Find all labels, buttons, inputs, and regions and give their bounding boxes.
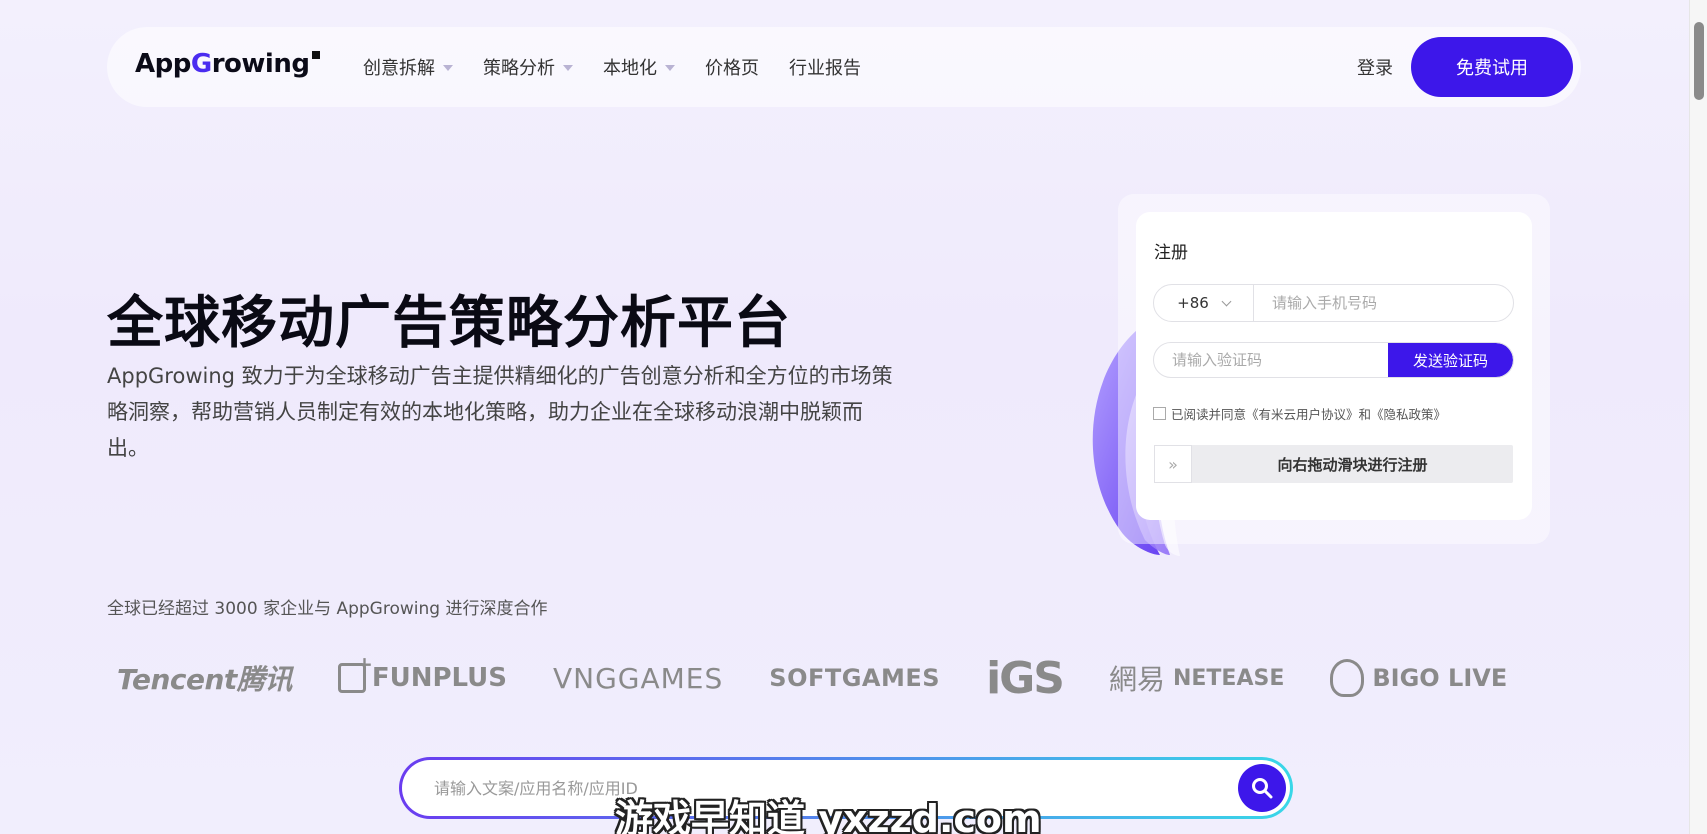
page: App Growing 创意拆解 策略分析 本地化 价格页 行业报告 登录 免费试 — [0, 0, 1689, 834]
bigo-live-logo-text: BIGO LIVE — [1372, 664, 1508, 692]
page-scrollbar[interactable] — [1689, 0, 1707, 834]
phone-input[interactable] — [1272, 294, 1502, 312]
search-button[interactable] — [1238, 764, 1286, 812]
logo-mark-icon — [312, 51, 321, 59]
phone-field: +86 — [1153, 284, 1514, 322]
search-icon — [1252, 778, 1273, 799]
tencent-logo: Tencent腾讯 — [117, 658, 292, 698]
softgames-logo-text: SOFTGAMES — [769, 664, 941, 692]
menu-item-creative[interactable]: 创意拆解 — [363, 54, 453, 80]
scrollbar-thumb[interactable] — [1694, 22, 1704, 100]
verification-code-field: 发送验证码 — [1153, 342, 1514, 378]
menu-item-reports[interactable]: 行业报告 — [789, 54, 861, 80]
country-code-select[interactable]: +86 — [1154, 285, 1254, 321]
main-menu: 创意拆解 策略分析 本地化 价格页 行业报告 — [363, 27, 891, 107]
igs-logo: iGS — [986, 652, 1065, 704]
netease-logo-cn: 網易 — [1108, 663, 1165, 696]
funplus-logo-text: FUNPLUS — [371, 663, 507, 693]
logo-text-g: G — [190, 49, 212, 79]
register-title: 注册 — [1154, 243, 1188, 263]
register-card: 注册 +86 发送验证码 已阅读并同意《有米云用户协议》和《隐私政策》 » 向右… — [1136, 212, 1532, 520]
menu-item-strategy[interactable]: 策略分析 — [483, 54, 573, 80]
watermark-text: 游戏早知道 yxzzd.com — [615, 797, 1042, 834]
softgames-logo: SOFTGAMES — [769, 664, 940, 692]
menu-item-label: 创意拆解 — [363, 58, 435, 79]
funplus-box-icon — [337, 652, 373, 693]
double-chevron-right-icon: » — [1168, 454, 1178, 474]
tencent-logo-text: Tencent腾讯 — [117, 663, 292, 696]
partner-logos: Tencent腾讯 FUNPLUS VNGGAMES SOFTGAMES iGS… — [117, 650, 1553, 706]
menu-item-label: 行业报告 — [789, 58, 861, 79]
caret-down-icon — [665, 65, 675, 71]
menu-item-label: 策略分析 — [483, 58, 555, 79]
agreement-checkbox[interactable] — [1153, 407, 1166, 420]
free-trial-button[interactable]: 免费试用 — [1411, 37, 1573, 97]
vnggames-logo: VNGGAMES — [553, 662, 723, 695]
agreement-text: 已阅读并同意《有米云用户协议》和《隐私政策》 — [1171, 407, 1447, 422]
chevron-down-icon — [1221, 296, 1232, 306]
hero-title: 全球移动广告策略分析平台 — [107, 291, 791, 356]
menu-item-label: 价格页 — [705, 58, 759, 79]
slider-label: 向右拖动滑块进行注册 — [1277, 455, 1428, 474]
menu-item-label: 本地化 — [603, 58, 657, 79]
slider-handle[interactable]: » — [1154, 445, 1192, 483]
caret-down-icon — [443, 65, 453, 71]
menu-item-localization[interactable]: 本地化 — [603, 54, 675, 80]
funplus-logo: FUNPLUS — [337, 652, 507, 693]
country-code-value: +86 — [1177, 294, 1209, 312]
netease-logo-en: NETEASE — [1172, 665, 1285, 691]
bigo-live-logo: BIGO LIVE — [1330, 659, 1507, 697]
top-nav: App Growing 创意拆解 策略分析 本地化 价格页 行业报告 登录 免费试 — [107, 27, 1581, 107]
partner-count-text: 全球已经超过 3000 家企业与 AppGrowing 进行深度合作 — [107, 599, 548, 619]
login-link[interactable]: 登录 — [1357, 54, 1393, 80]
vnggames-logo-text: VNGGAMES — [553, 661, 724, 695]
hero-description: AppGrowing 致力于为全球移动广告主提供精细化的广告创意分析和全方位的市… — [107, 364, 893, 460]
netease-logo: 網易 NETEASE — [1109, 658, 1284, 698]
igs-logo-text: iGS — [986, 652, 1065, 704]
appgrowing-logo[interactable]: App Growing — [135, 49, 321, 79]
agreement-row: 已阅读并同意《有米云用户协议》和《隐私政策》 — [1153, 404, 1446, 423]
logo-text-app: App — [135, 49, 191, 79]
menu-item-pricing[interactable]: 价格页 — [705, 54, 759, 80]
verification-code-input[interactable] — [1172, 351, 1387, 369]
logo-text-rowing: rowing — [211, 49, 310, 79]
bigo-mascot-icon — [1330, 659, 1365, 697]
caret-down-icon — [563, 65, 573, 71]
send-code-button[interactable]: 发送验证码 — [1388, 343, 1513, 377]
register-slider: » 向右拖动滑块进行注册 — [1154, 445, 1513, 483]
